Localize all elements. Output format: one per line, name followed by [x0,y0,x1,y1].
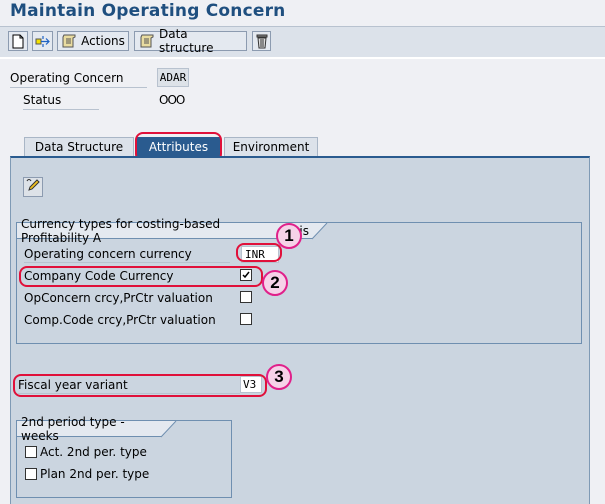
scroll-icon [61,34,77,48]
compcode-prctr-checkbox[interactable] [240,313,252,325]
annotation-badge-1: 1 [276,223,302,249]
create-button[interactable] [8,31,28,51]
actions-label: Actions [81,34,125,48]
transfer-icon [35,34,51,49]
plan-2nd-per-type-checkbox[interactable] [25,468,37,480]
actions-button[interactable]: Actions [57,31,129,51]
annotation-badge-2: 2 [262,270,288,296]
tab-label: Data Structure [34,140,124,154]
operating-concern-label: Operating Concern [10,71,147,88]
operating-concern-currency-label: Operating concern currency [24,247,230,263]
group-title: Currency types for costing-based Profita… [17,217,313,245]
highlight-currency [236,243,282,262]
toolbar: Actions Data structure [0,27,605,59]
group-title-slant [161,421,177,438]
data-structure-button[interactable]: Data structure [134,27,247,55]
status-indicator: OOO [159,93,185,107]
highlight-fiscal-year [13,374,267,397]
transport-button[interactable] [32,31,53,51]
trash-icon [256,34,268,49]
group-title-text: 2nd period type - weeks [21,414,125,443]
act-2nd-per-type-checkbox[interactable] [25,446,37,458]
edit-button[interactable] [23,177,43,197]
delete-button[interactable] [252,31,271,51]
group-title-text: Currency types for costing-based Profita… [21,216,221,245]
second-period-group: 2nd period type - weeks [16,415,232,498]
group-title-slant [312,223,328,240]
tab-label: Environment [232,140,310,154]
plan-2nd-per-type-label: Plan 2nd per. type [40,467,150,481]
scroll-icon [139,34,155,48]
annotation-badge-3: 3 [266,364,292,390]
page-title: Maintain Operating Concern [10,1,286,21]
status-label: Status [23,93,99,110]
opconcern-prctr-checkbox[interactable] [240,291,252,303]
tab-environment[interactable]: Environment [224,137,318,156]
pencil-icon [26,178,41,196]
compcode-prctr-label: Comp.Code crcy,PrCtr valuation [24,313,216,327]
act-2nd-per-type-label: Act. 2nd per. type [40,445,147,459]
data-structure-label: Data structure [159,27,214,55]
opconcern-prctr-label: OpConcern crcy,PrCtr valuation [24,291,213,305]
new-document-icon [12,34,24,49]
group-title: 2nd period type - weeks [17,415,162,443]
highlight-company-code-currency [19,266,263,287]
tab-data-structure[interactable]: Data Structure [24,137,134,156]
operating-concern-field: ADAR [157,68,189,87]
